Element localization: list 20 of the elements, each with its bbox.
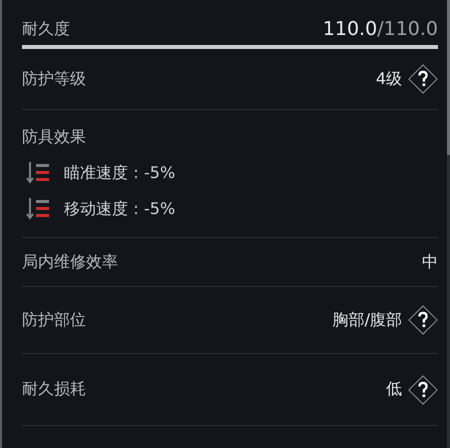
scrollbar[interactable]	[447, 0, 450, 448]
stat-label: 防护部位	[22, 310, 86, 330]
stat-label: 防具效果	[22, 127, 87, 148]
debuff-icon	[26, 162, 50, 184]
effect-text: 移动速度：-5%	[64, 198, 176, 220]
effect-text: 瞄准速度：-5%	[64, 162, 176, 184]
durability-max: /110.0	[377, 18, 438, 40]
stat-label: 耐久损耗	[22, 379, 86, 400]
help-icon[interactable]	[408, 64, 438, 94]
debuff-icon	[26, 198, 50, 220]
stat-value: 4级	[376, 68, 402, 90]
durability-label: 耐久度	[22, 19, 70, 40]
stat-value: 低	[386, 379, 402, 400]
help-icon[interactable]	[408, 305, 438, 335]
durability-current: 110.0	[322, 18, 378, 40]
stat-label: 防护等级	[22, 68, 86, 90]
stat-label: 局内维修效率	[22, 252, 118, 272]
stat-value: 胸部/腹部	[332, 310, 402, 330]
help-icon[interactable]	[408, 374, 438, 404]
stat-value: 中	[422, 252, 438, 272]
